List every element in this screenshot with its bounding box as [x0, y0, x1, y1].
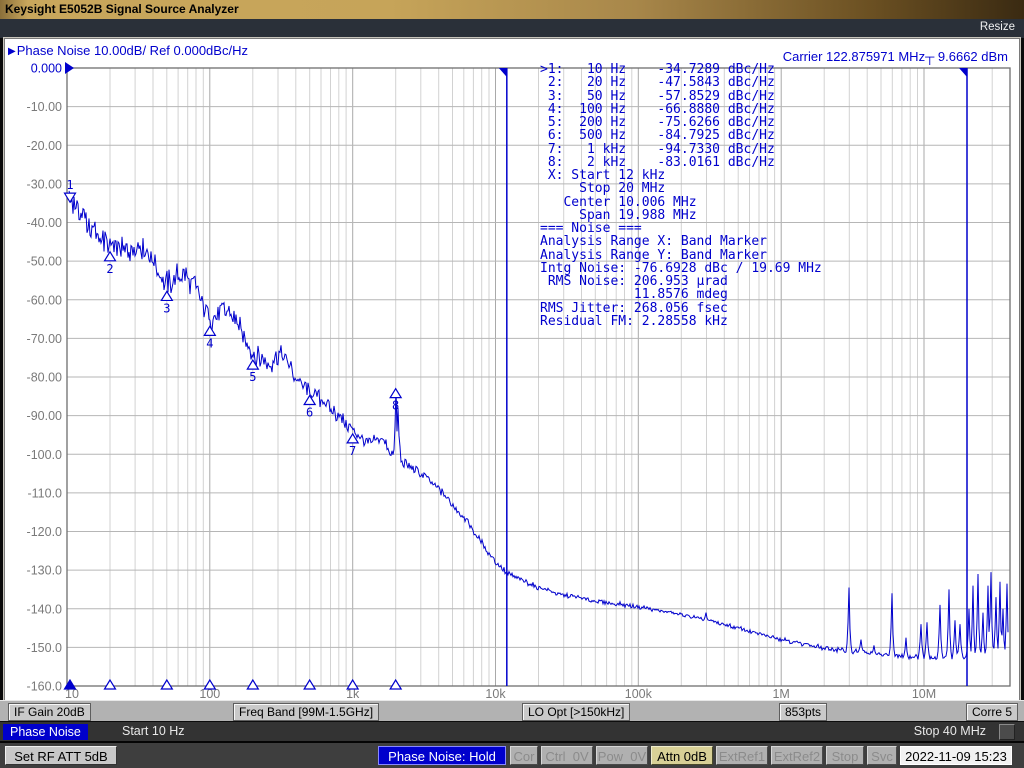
resize-button[interactable]: Resize	[980, 21, 1015, 33]
readout-line: 4: 100 Hz -66.8880 dBc/Hz	[540, 103, 822, 116]
attn-button[interactable]: Attn 0dB	[651, 746, 713, 765]
datetime-display: 2022-11-09 15:23	[900, 746, 1012, 765]
readout-line: Stop 20 MHz	[540, 182, 822, 195]
freq-band-button[interactable]: Freq Band [99M-1.5GHz]	[233, 703, 379, 721]
extref2-button: ExtRef2	[771, 746, 823, 765]
readout-line: 6: 500 Hz -84.7925 dBc/Hz	[540, 129, 822, 142]
window-title: Keysight E5052B Signal Source Analyzer	[5, 2, 239, 16]
readout-line: X: Start 12 kHz	[540, 169, 822, 182]
if-gain-button[interactable]: IF Gain 20dB	[8, 703, 91, 721]
readout-line: 7: 1 kHz -94.7330 dBc/Hz	[540, 143, 822, 156]
readout-line: Residual FM: 2.28558 kHz	[540, 315, 822, 328]
readout-line: 3: 50 Hz -57.8529 dBc/Hz	[540, 90, 822, 103]
extref1-button: ExtRef1	[716, 746, 768, 765]
readout-line: >1: 10 Hz -34.7289 dBc/Hz	[540, 63, 822, 76]
sweep-start-label: Start 10 Hz	[122, 722, 185, 741]
measurement-status-bar: Phase Noise Start 10 Hz Stop 40 MHz	[0, 721, 1024, 741]
instrument-screen: Keysight E5052B Signal Source Analyzer R…	[0, 0, 1024, 768]
readout-line: Intg Noise: -76.6928 dBc / 19.69 MHz	[540, 262, 822, 275]
trace-header: ▶Phase Noise 10.00dB/ Ref 0.000dBc/Hz	[8, 43, 248, 58]
readout-line: Analysis Range X: Band Marker	[540, 235, 822, 248]
ctrl-voltage-button: Ctrl 0V	[541, 746, 593, 765]
readout-line: 8: 2 kHz -83.0161 dBc/Hz	[540, 156, 822, 169]
correction-button[interactable]: Corre 5	[966, 703, 1018, 721]
lo-opt-button[interactable]: LO Opt [>150kHz]	[522, 703, 630, 721]
phase-noise-hold-button[interactable]: Phase Noise: Hold	[378, 746, 506, 765]
phase-noise-tab[interactable]: Phase Noise	[3, 724, 88, 740]
plot-window	[4, 38, 1020, 702]
window-titlebar: Keysight E5052B Signal Source Analyzer	[0, 0, 1024, 19]
stop-button: Stop	[826, 746, 864, 765]
readout-line: Center 10.006 MHz	[540, 196, 822, 209]
readout-line: Span 19.988 MHz	[540, 209, 822, 222]
points-button[interactable]: 853pts	[779, 703, 827, 721]
sweep-stop-label: Stop 40 MHz	[914, 722, 986, 741]
trace-arrow-icon: ▶	[8, 46, 16, 57]
readout-line: RMS Jitter: 268.056 fsec	[540, 302, 822, 315]
corner-box-button[interactable]	[999, 724, 1015, 740]
readout-line: === Noise ===	[540, 222, 822, 235]
readout-line: 2: 20 Hz -47.5843 dBc/Hz	[540, 76, 822, 89]
set-rf-att-button[interactable]: Set RF ATT 5dB	[5, 746, 117, 765]
svc-button: Svc	[867, 746, 897, 765]
trace-scale-label: Phase Noise 10.00dB/ Ref 0.000dBc/Hz	[17, 43, 248, 58]
readout-line: 5: 200 Hz -75.6266 dBc/Hz	[540, 116, 822, 129]
readout-line: RMS Noise: 206.953 µrad	[540, 275, 822, 288]
readout-line: Analysis Range Y: Band Marker	[540, 249, 822, 262]
instrument-bottom-bar: Set RF ATT 5dB Phase Noise: HoldCorCtrl 0…	[0, 741, 1024, 768]
menubar: Resize	[0, 19, 1024, 38]
marker-noise-readout: >1: 10 Hz -34.7289 dBc/Hz 2: 20 Hz -47.5…	[540, 63, 822, 328]
cor-button: Cor	[510, 746, 538, 765]
hardware-status-bar: IF Gain 20dB Freq Band [99M-1.5GHz] LO O…	[0, 700, 1024, 721]
power-voltage-button: Pow 0V	[596, 746, 648, 765]
readout-line: 11.8576 mdeg	[540, 288, 822, 301]
